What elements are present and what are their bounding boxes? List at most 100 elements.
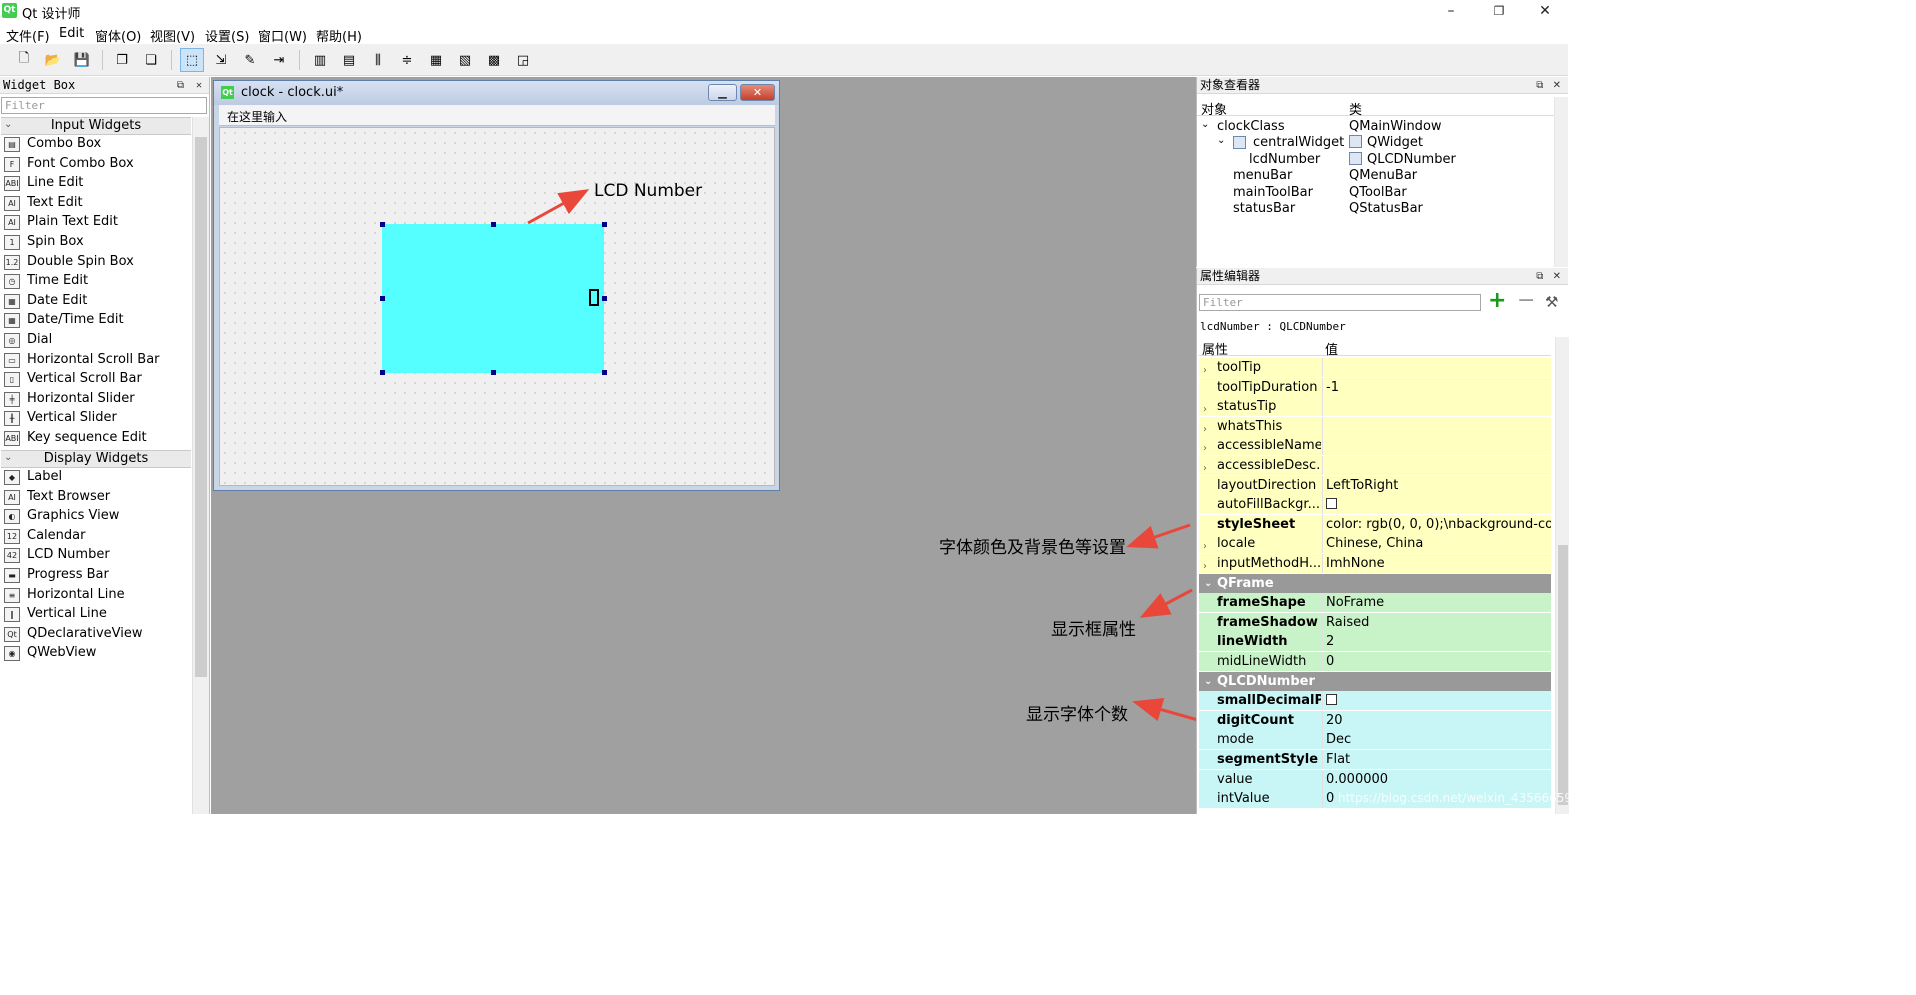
expand-arrow-icon[interactable]: › bbox=[1203, 439, 1207, 455]
menu-help[interactable]: 帮助(H) bbox=[316, 26, 362, 45]
edit-buddies-button[interactable]: ✎ bbox=[238, 48, 262, 72]
tree-expander-icon[interactable]: ⌄ bbox=[1201, 119, 1209, 130]
resize-handle[interactable] bbox=[380, 296, 385, 301]
object-tree-row[interactable]: ⌄ centralWidget QWidget bbox=[1197, 135, 1553, 151]
layout-vertical-button[interactable]: ▤ bbox=[337, 48, 361, 72]
scrollbar-thumb[interactable] bbox=[1558, 545, 1568, 805]
resize-handle[interactable] bbox=[491, 370, 496, 375]
widget-box-item[interactable]: AI Text Browser bbox=[4, 488, 190, 507]
category-display-widgets[interactable]: ⌄ Display Widgets bbox=[1, 450, 191, 468]
object-tree-row[interactable]: lcdNumber QLCDNumber bbox=[1197, 151, 1553, 168]
open-button[interactable]: 📂 bbox=[41, 48, 65, 72]
property-row[interactable]: › whatsThis bbox=[1199, 416, 1551, 437]
widget-box-item[interactable]: ▤ Combo Box bbox=[4, 135, 190, 154]
widget-box-item[interactable]: AI Plain Text Edit bbox=[4, 213, 190, 232]
property-value[interactable] bbox=[1322, 358, 1551, 377]
menu-file[interactable]: 文件(F) bbox=[6, 26, 50, 45]
property-value[interactable] bbox=[1322, 495, 1551, 515]
widget-box-item[interactable]: ╪ Horizontal Slider bbox=[4, 390, 190, 409]
property-row[interactable]: › locale Chinese, China bbox=[1199, 534, 1551, 555]
adjust-size-button[interactable]: ◲ bbox=[511, 48, 535, 72]
property-value[interactable] bbox=[1322, 397, 1551, 417]
widget-box-item[interactable]: ◐ Graphics View bbox=[4, 507, 190, 526]
property-value[interactable]: 0.000000 bbox=[1322, 769, 1551, 789]
property-row[interactable]: frameShape NoFrame bbox=[1199, 593, 1551, 614]
property-value[interactable] bbox=[1322, 691, 1551, 711]
property-row[interactable]: midLineWidth 0 bbox=[1199, 652, 1551, 672]
widget-box-item[interactable]: 42 LCD Number bbox=[4, 546, 190, 565]
property-row[interactable]: mode Dec bbox=[1199, 730, 1551, 751]
widget-box-item[interactable]: ◎ Dial bbox=[4, 331, 190, 350]
restore-button[interactable]: ❐ bbox=[1476, 0, 1522, 24]
property-row[interactable]: layoutDirection LeftToRight bbox=[1199, 475, 1551, 496]
property-value[interactable]: -1 bbox=[1322, 377, 1551, 397]
new-button[interactable]: 🗋 bbox=[12, 48, 36, 72]
property-value[interactable]: NoFrame bbox=[1322, 593, 1551, 613]
property-row[interactable]: styleSheet color: rgb(0, 0, 0);\nbackgrou… bbox=[1199, 514, 1551, 535]
property-row[interactable]: › inputMethodH... ImhNone bbox=[1199, 554, 1551, 574]
resize-handle[interactable] bbox=[602, 222, 607, 227]
widget-box-item[interactable]: ◷ Time Edit bbox=[4, 272, 190, 291]
menu-window[interactable]: 窗口(W) bbox=[258, 26, 307, 45]
property-value[interactable]: ImhNone bbox=[1322, 554, 1551, 573]
menu-edit[interactable]: Edit bbox=[59, 26, 84, 41]
property-value[interactable] bbox=[1322, 436, 1551, 456]
edit-tab-order-button[interactable]: ⇥ bbox=[267, 48, 291, 72]
edit-widgets-button[interactable]: ⬚ bbox=[180, 48, 204, 72]
object-tree-row[interactable]: menuBar QMenuBar bbox=[1197, 168, 1553, 184]
resize-handle[interactable] bbox=[380, 222, 385, 227]
object-tree-row[interactable]: ⌄ clockClass QMainWindow bbox=[1197, 119, 1553, 135]
resize-handle[interactable] bbox=[380, 370, 385, 375]
column-header-class[interactable]: 类 bbox=[1349, 99, 1362, 118]
widget-box-item[interactable]: Qt QDeclarativeView bbox=[4, 625, 190, 644]
widget-box-item[interactable]: ▬ Progress Bar bbox=[4, 566, 190, 585]
object-tree-row[interactable]: statusBar QStatusBar bbox=[1197, 201, 1553, 217]
expand-arrow-icon[interactable]: › bbox=[1203, 361, 1207, 377]
menu-settings[interactable]: 设置(S) bbox=[205, 26, 249, 45]
property-row[interactable]: autoFillBackgr... bbox=[1199, 495, 1551, 516]
widget-box-item[interactable]: ╫ Vertical Slider bbox=[4, 409, 190, 428]
dock-float-close-icons[interactable]: ⧉ ✕ bbox=[1536, 77, 1564, 94]
expand-arrow-icon[interactable]: › bbox=[1203, 400, 1207, 416]
type-here-menu-placeholder[interactable]: 在这里输入 bbox=[227, 108, 287, 125]
save-button[interactable]: 💾 bbox=[70, 48, 94, 72]
property-value[interactable]: color: rgb(0, 0, 0);\nbackground-col... bbox=[1322, 514, 1551, 534]
form-window-title-bar[interactable]: Qt clock - clock.ui* ▁ ✕ bbox=[214, 81, 779, 105]
remove-dynamic-property-icon[interactable]: − bbox=[1517, 290, 1537, 312]
category-input-widgets[interactable]: ⌄ Input Widgets bbox=[1, 117, 191, 135]
tree-expander-icon[interactable]: ⌄ bbox=[1217, 135, 1225, 146]
layout-grid-button[interactable]: ▦ bbox=[424, 48, 448, 72]
property-filter-input[interactable]: Filter bbox=[1199, 294, 1481, 311]
send-to-back-button[interactable]: ❏ bbox=[139, 48, 163, 72]
layout-form-button[interactable]: ▧ bbox=[453, 48, 477, 72]
menu-form[interactable]: 窗体(O) bbox=[95, 26, 141, 45]
property-row[interactable]: segmentStyle Flat bbox=[1199, 750, 1551, 770]
widget-box-item[interactable]: AI Text Edit bbox=[4, 194, 190, 213]
property-row[interactable]: › toolTip bbox=[1199, 358, 1551, 378]
widget-box-filter-input[interactable]: Filter bbox=[1, 97, 207, 114]
property-row[interactable]: value 0.000000 bbox=[1199, 769, 1551, 790]
close-button[interactable]: ✕ bbox=[1522, 0, 1568, 24]
lcd-number-widget[interactable] bbox=[382, 224, 604, 373]
property-section-header[interactable]: ⌄ QFrame bbox=[1199, 573, 1551, 594]
property-row[interactable]: › statusTip bbox=[1199, 397, 1551, 418]
widget-box-item[interactable]: 12 Calendar bbox=[4, 527, 190, 546]
column-header-value[interactable]: 值 bbox=[1325, 339, 1338, 358]
widget-box-item[interactable]: 1.2 Double Spin Box bbox=[4, 253, 190, 272]
layout-horizontal-splitter-button[interactable]: ⫼ bbox=[366, 48, 390, 72]
widget-box-item[interactable]: ◆ Label bbox=[4, 468, 190, 487]
expand-arrow-icon[interactable]: › bbox=[1203, 537, 1207, 553]
widget-box-item[interactable]: ≡ Horizontal Line bbox=[4, 586, 190, 605]
form-minimize-button[interactable]: ▁ bbox=[708, 84, 737, 101]
break-layout-button[interactable]: ▩ bbox=[482, 48, 506, 72]
form-close-button[interactable]: ✕ bbox=[740, 84, 775, 101]
property-row[interactable]: › accessibleName bbox=[1199, 436, 1551, 457]
resize-handle[interactable] bbox=[602, 296, 607, 301]
add-dynamic-property-icon[interactable]: + bbox=[1488, 290, 1508, 312]
property-row[interactable]: digitCount 20 bbox=[1199, 710, 1551, 731]
widget-box-item[interactable]: ABI Key sequence Edit bbox=[4, 429, 190, 448]
property-editor-scrollbar[interactable] bbox=[1555, 337, 1569, 814]
menu-view[interactable]: 视图(V) bbox=[150, 26, 195, 45]
property-value[interactable] bbox=[1322, 456, 1551, 475]
widget-box-scrollbar[interactable] bbox=[192, 117, 209, 814]
